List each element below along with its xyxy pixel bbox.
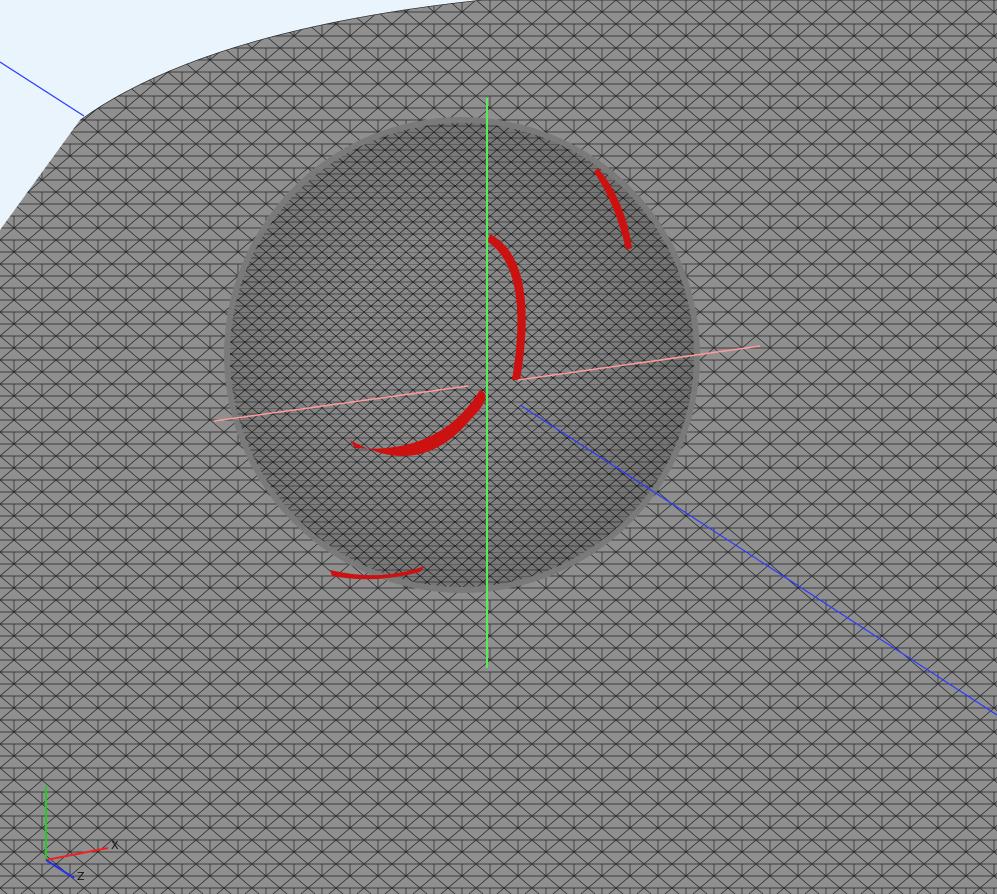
triad-x-axis <box>45 847 109 861</box>
triad-z-label: Z <box>77 870 85 883</box>
orientation-triad: X Z <box>45 786 119 883</box>
triad-z-axis <box>45 859 75 879</box>
3d-viewport[interactable]: X Z <box>0 0 997 894</box>
triad-x-label: X <box>111 839 119 852</box>
